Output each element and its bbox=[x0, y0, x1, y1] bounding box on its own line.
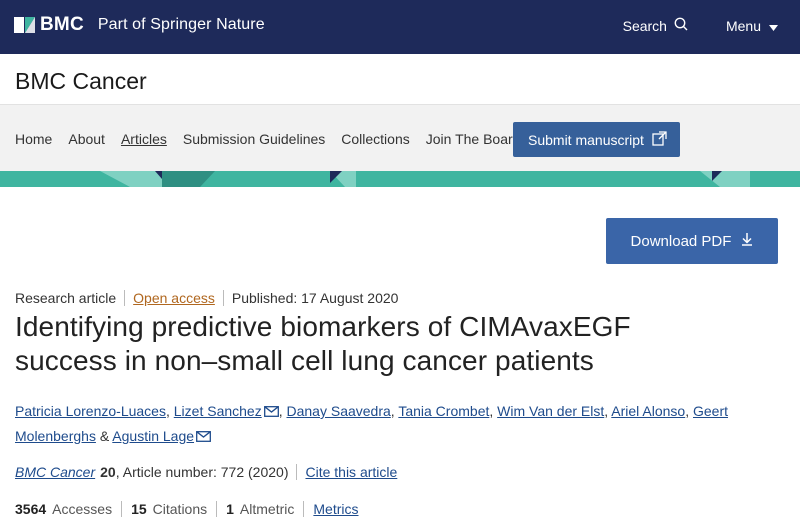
author-list: Patricia Lorenzo-Luaces, Lizet Sanchez, … bbox=[15, 399, 790, 449]
author-link[interactable]: Lizet Sanchez bbox=[174, 403, 262, 419]
author-link[interactable]: Tania Crombet bbox=[398, 403, 489, 419]
article-meta: Research article Open access Published: … bbox=[15, 290, 398, 306]
download-icon bbox=[731, 232, 753, 250]
metrics-line: 3564 Accesses 15 Citations 1 Altmetric M… bbox=[15, 501, 359, 517]
volume: 20 bbox=[100, 464, 116, 480]
comma: , bbox=[685, 403, 690, 419]
download-pdf-label: Download PDF bbox=[630, 232, 732, 250]
divider bbox=[216, 501, 218, 517]
nav-item-about[interactable]: About bbox=[68, 131, 105, 147]
decorative-strip bbox=[0, 171, 800, 187]
author-link[interactable]: Ariel Alonso bbox=[611, 403, 685, 419]
journal-title[interactable]: BMC Cancer bbox=[15, 68, 147, 95]
logo-text: BMC bbox=[40, 14, 84, 35]
open-access-link[interactable]: Open access bbox=[133, 290, 215, 306]
accesses-count: 3564 bbox=[15, 501, 47, 517]
nav-item-home[interactable]: Home bbox=[15, 131, 52, 147]
divider bbox=[222, 290, 224, 306]
comma: , bbox=[278, 403, 283, 419]
nav-item-collections[interactable]: Collections bbox=[341, 131, 409, 147]
accesses-label: Accesses bbox=[52, 501, 113, 517]
citations-label: Citations bbox=[152, 501, 208, 517]
citation-line: BMC Cancer 20 , Article number: 772 (202… bbox=[15, 464, 397, 480]
mail-icon[interactable] bbox=[263, 400, 279, 424]
site-header: BMC Part of Springer Nature Search Menu bbox=[0, 0, 800, 54]
submit-manuscript-label: Submit manuscript bbox=[528, 131, 644, 148]
search-icon bbox=[667, 17, 688, 34]
menu-label: Menu bbox=[725, 17, 761, 34]
author-link[interactable]: Agustin Lage bbox=[112, 428, 194, 444]
brand-subtitle: Part of Springer Nature bbox=[97, 16, 265, 33]
citations-count: 15 bbox=[131, 501, 147, 517]
menu-button[interactable]: Menu bbox=[726, 18, 778, 34]
search-button[interactable]: Search bbox=[623, 17, 688, 34]
nav-item-submission-guidelines[interactable]: Submission Guidelines bbox=[183, 131, 325, 147]
article-number: , Article number: 772 (2020) bbox=[115, 464, 289, 480]
divider bbox=[296, 464, 298, 480]
external-link-icon bbox=[644, 130, 667, 149]
bmc-logo-icon bbox=[14, 15, 36, 35]
divider bbox=[124, 290, 126, 306]
journal-link[interactable]: BMC Cancer bbox=[15, 464, 95, 480]
journal-nav: Home About Articles Submission Guideline… bbox=[0, 104, 800, 171]
journal-header: BMC Cancer bbox=[0, 54, 800, 104]
article-type: Research article bbox=[15, 290, 117, 306]
comma: , bbox=[489, 403, 494, 419]
nav-item-articles[interactable]: Articles bbox=[121, 131, 167, 147]
submit-manuscript-button[interactable]: Submit manuscript bbox=[513, 122, 680, 157]
comma: , bbox=[604, 403, 609, 419]
author-link[interactable]: Wim Van der Elst bbox=[497, 403, 604, 419]
brand[interactable]: BMC Part of Springer Nature bbox=[14, 14, 265, 36]
article-title: Identifying predictive biomarkers of CIM… bbox=[15, 311, 631, 376]
published-date: Published: 17 August 2020 bbox=[231, 290, 399, 306]
comma: , bbox=[390, 403, 395, 419]
download-pdf-button[interactable]: Download PDF bbox=[606, 218, 778, 264]
comma: , bbox=[165, 403, 170, 419]
divider bbox=[121, 501, 123, 517]
ampersand: & bbox=[99, 428, 110, 444]
author-link[interactable]: Danay Saavedra bbox=[287, 403, 391, 419]
divider bbox=[303, 501, 305, 517]
cite-this-article-link[interactable]: Cite this article bbox=[305, 464, 397, 480]
author-link[interactable]: Patricia Lorenzo-Luaces bbox=[15, 403, 166, 419]
mail-icon[interactable] bbox=[196, 425, 211, 449]
caret-down-icon bbox=[761, 18, 778, 34]
metrics-link[interactable]: Metrics bbox=[313, 501, 358, 517]
altmetric-count: 1 bbox=[226, 501, 234, 517]
altmetric-label: Altmetric bbox=[239, 501, 295, 517]
nav-item-join-the-board[interactable]: Join The Board bbox=[426, 131, 521, 147]
search-label: Search bbox=[622, 17, 667, 34]
